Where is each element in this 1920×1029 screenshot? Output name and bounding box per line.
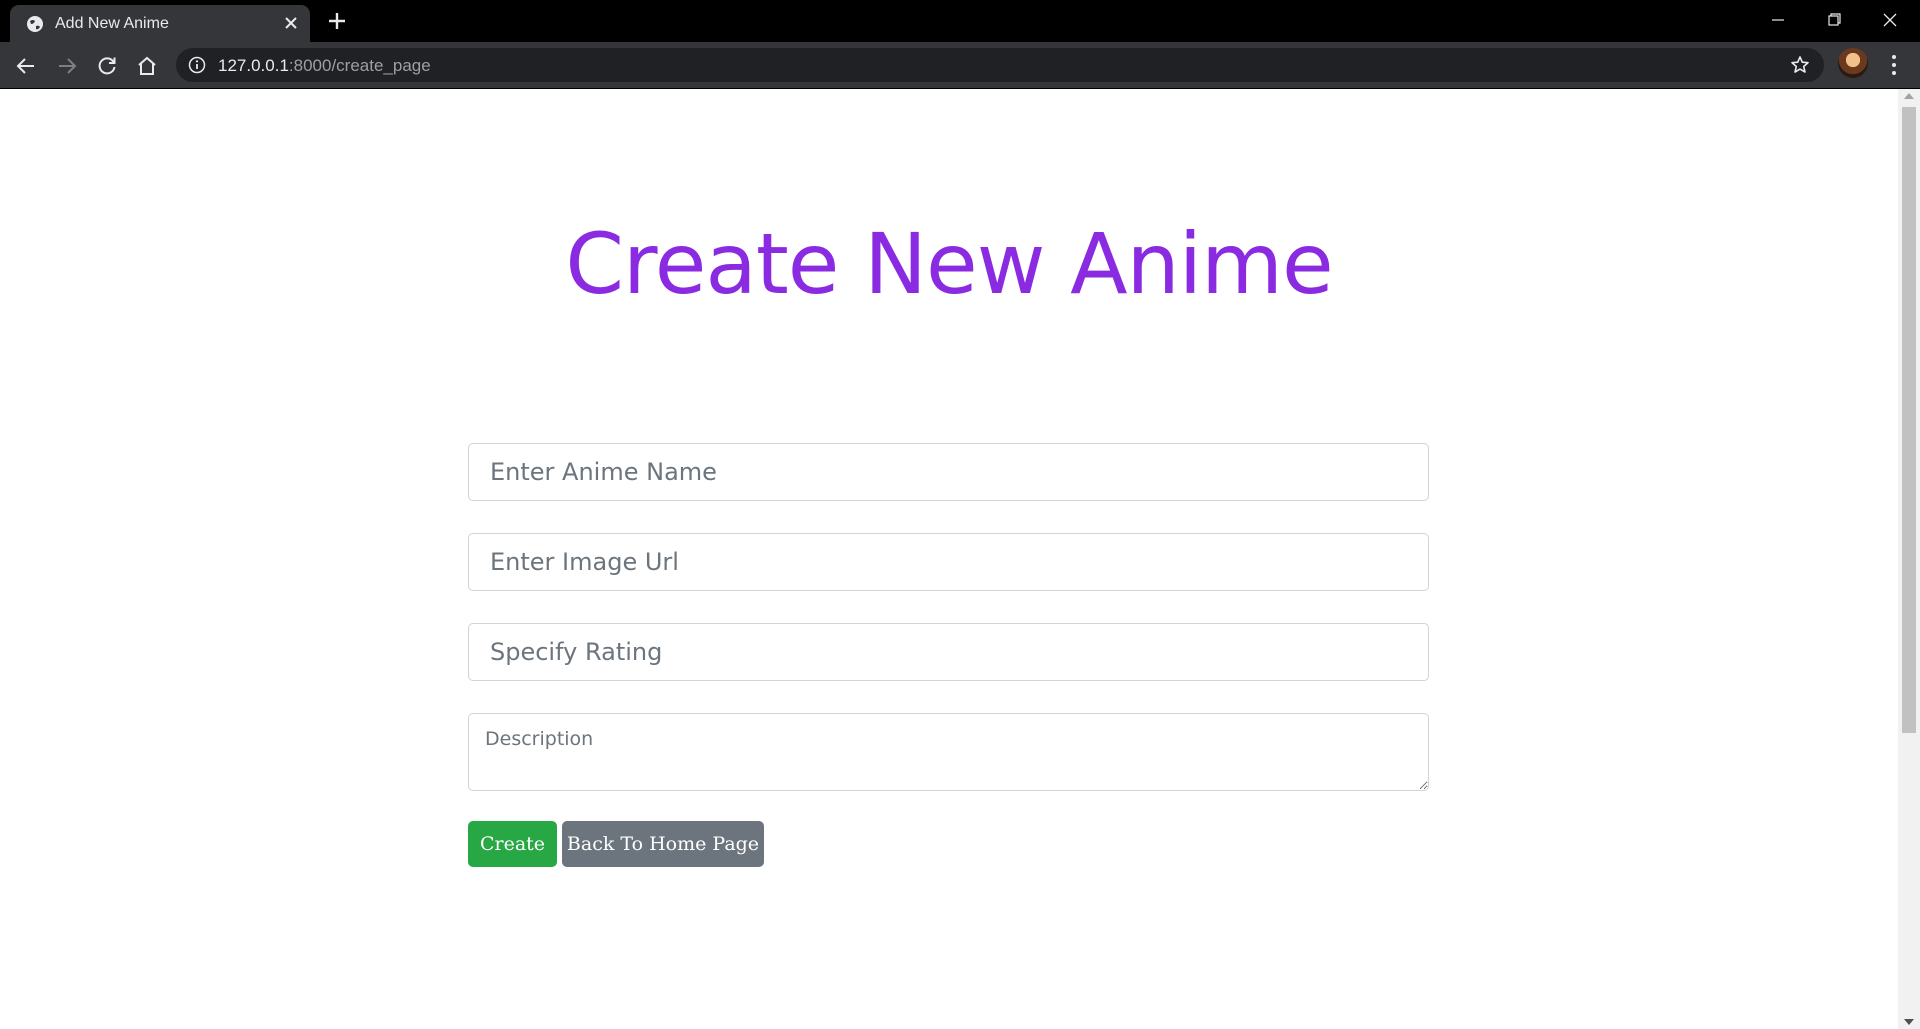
reload-icon[interactable] (95, 54, 119, 78)
minimize-icon[interactable] (1750, 0, 1806, 40)
page-viewport: Create New Anime Create Back To Home Pag… (0, 89, 1898, 1029)
scroll-thumb[interactable] (1902, 107, 1916, 733)
address-bar[interactable]: 127.0.0.1:8000/create_page (176, 48, 1824, 82)
more-menu-icon[interactable] (1882, 52, 1906, 78)
profile-avatar[interactable] (1838, 48, 1868, 78)
rating-input[interactable] (468, 623, 1429, 681)
image-url-input[interactable] (468, 533, 1429, 591)
restore-icon[interactable] (1806, 0, 1862, 40)
page-title: Create New Anime (565, 215, 1333, 313)
forward-arrow-icon[interactable] (55, 54, 79, 78)
close-icon[interactable] (282, 14, 300, 32)
home-icon[interactable] (135, 54, 159, 78)
info-icon[interactable] (188, 56, 206, 74)
browser-tab-bar: Add New Anime (0, 0, 1920, 42)
url-path: :8000/create_page (288, 56, 431, 75)
back-arrow-icon[interactable] (14, 54, 38, 78)
url-host: 127.0.0.1 (218, 56, 289, 75)
tab-title: Add New Anime (55, 15, 169, 32)
scroll-up-arrow-icon[interactable] (1904, 93, 1914, 99)
browser-tab[interactable]: Add New Anime (10, 5, 310, 42)
back-to-home-button[interactable]: Back To Home Page (562, 821, 764, 867)
browser-toolbar: 127.0.0.1:8000/create_page (0, 42, 1920, 89)
anime-name-input[interactable] (468, 443, 1429, 501)
globe-icon (27, 16, 43, 32)
window-close-icon[interactable] (1862, 0, 1918, 40)
new-tab-icon[interactable] (326, 10, 348, 32)
description-textarea[interactable] (468, 713, 1429, 791)
scroll-down-arrow-icon[interactable] (1904, 1019, 1914, 1025)
vertical-scrollbar[interactable] (1898, 89, 1920, 1029)
create-button[interactable]: Create (468, 821, 557, 867)
bookmark-star-icon[interactable] (1790, 55, 1810, 75)
url-text[interactable]: 127.0.0.1:8000/create_page (218, 56, 431, 76)
